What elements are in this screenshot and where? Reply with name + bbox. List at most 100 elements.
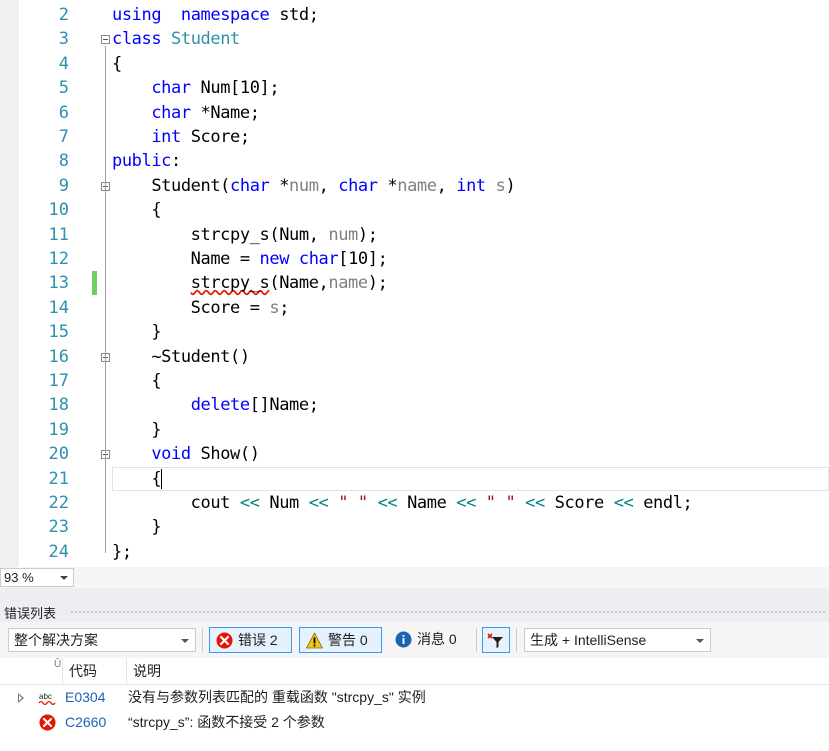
outline-guide xyxy=(105,363,106,431)
line-number: 22 xyxy=(48,493,69,513)
line-number: 5 xyxy=(58,78,69,99)
line-number: 15 xyxy=(48,322,69,343)
code-editor[interactable]: 2 using namespace std; 3 class Student 4{5 c… xyxy=(0,0,829,567)
code-text: }; xyxy=(112,541,132,562)
error-list-header: Ǔ 代码 说明 xyxy=(0,658,829,685)
code-line[interactable]: 24}; xyxy=(0,540,829,564)
code-text: delete[]Name; xyxy=(190,395,319,416)
error-code-link[interactable]: C2660 xyxy=(65,710,106,735)
error-icon xyxy=(39,714,56,731)
line-number: 10 xyxy=(48,200,69,221)
warnings-filter-button[interactable]: 警告 0 xyxy=(299,627,382,653)
code-text: public: xyxy=(112,151,181,172)
code-line[interactable]: 17 { xyxy=(0,369,829,393)
info-icon xyxy=(395,631,412,648)
errors-filter-button[interactable]: 错误 2 xyxy=(209,627,292,653)
svg-text:abc: abc xyxy=(39,692,52,701)
code-line[interactable]: 19 } xyxy=(0,418,829,442)
code-line[interactable]: 12 Name = new char[10]; xyxy=(0,247,829,271)
code-text: } xyxy=(112,517,162,538)
line-number: 16 xyxy=(48,346,69,367)
code-text: strcpy_s(Name,name); xyxy=(190,273,388,294)
panel-splitter[interactable] xyxy=(0,588,829,600)
code-text: int Score; xyxy=(151,127,250,147)
current-line-highlight xyxy=(112,466,829,491)
line-number: 20 xyxy=(48,444,69,465)
toolbar-separator xyxy=(476,628,477,652)
code-text: strcpy_s(Num, num); xyxy=(112,224,378,245)
code-text: } xyxy=(112,419,162,440)
code-text: } xyxy=(112,322,162,343)
line-number: 6 xyxy=(58,102,69,123)
line-number: 4 xyxy=(58,53,69,74)
line-number: 19 xyxy=(48,419,69,440)
text-caret xyxy=(161,468,162,489)
code-text: char *Name; xyxy=(151,102,260,123)
editor-status-bar: 93 % xyxy=(0,567,829,588)
toolbar-separator xyxy=(516,628,517,652)
zoom-level-value: 93 % xyxy=(4,570,34,585)
code-line[interactable]: 7 int Score; xyxy=(0,125,829,149)
code-line[interactable]: 8 public: xyxy=(0,149,829,173)
code-line[interactable]: 16 ~Student() xyxy=(0,345,829,369)
code-text: class Student xyxy=(112,29,240,50)
line-number: 23 xyxy=(48,517,69,538)
title-bar-grip xyxy=(70,610,825,614)
scope-dropdown[interactable]: 整个解决方案 xyxy=(8,628,196,652)
line-number: 2 xyxy=(58,5,69,25)
error-row[interactable]: abc E0304 没有与参数列表匹配的 重载函数 "strcpy_s" 实例 xyxy=(0,685,829,710)
toolbar-separator xyxy=(202,628,203,652)
chevron-down-icon xyxy=(60,576,68,580)
code-line[interactable]: 22 cout << Num << " " << Name << " " << … xyxy=(0,491,829,515)
code-line[interactable]: 3 class Student xyxy=(0,27,829,51)
line-number: 11 xyxy=(48,224,69,245)
code-line[interactable]: 2 using namespace std; xyxy=(0,3,829,27)
line-number: 18 xyxy=(48,395,69,416)
change-marker xyxy=(92,271,97,296)
chevron-down-icon xyxy=(696,639,704,643)
code-text: { xyxy=(112,53,122,74)
sort-column-header[interactable]: Ǔ xyxy=(34,658,62,684)
code-line[interactable]: 15 } xyxy=(0,320,829,344)
messages-filter-label: 消息 0 xyxy=(417,631,457,647)
code-text: cout << Num << " " << Name << " " << Sco… xyxy=(112,493,693,513)
warning-icon xyxy=(306,632,323,649)
code-line[interactable]: 14 Score = s; xyxy=(0,296,829,320)
description-column-header[interactable]: 说明 xyxy=(126,658,829,684)
collapse-icon[interactable] xyxy=(101,35,110,45)
line-number: 7 xyxy=(58,127,69,147)
source-dropdown[interactable]: 生成 + IntelliSense xyxy=(524,628,711,652)
code-line[interactable]: 20 void Show() xyxy=(0,442,829,466)
intellisense-abc-icon: abc xyxy=(38,692,56,706)
code-line[interactable]: 9 Student(char *num, char *name, int s) xyxy=(0,174,829,198)
filter-button[interactable] xyxy=(482,627,510,653)
error-list-toolbar: 整个解决方案 错误 2 警告 0 消息 0 生成 + IntelliSense xyxy=(0,622,829,658)
code-text: Student(char *num, char *name, int s) xyxy=(112,175,516,196)
error-description: “strcpy_s”: 函数不接受 2 个参数 xyxy=(128,714,325,730)
line-number: 9 xyxy=(58,175,69,196)
code-text: Name = new char[10]; xyxy=(112,249,388,269)
zoom-level-dropdown[interactable]: 93 % xyxy=(0,568,74,587)
line-number: 14 xyxy=(48,297,69,318)
code-line[interactable]: 23 } xyxy=(0,515,829,539)
error-code-link[interactable]: E0304 xyxy=(65,685,105,710)
messages-filter-button[interactable]: 消息 0 xyxy=(389,627,471,653)
code-line[interactable]: 4{ xyxy=(0,52,829,76)
description-column-label: 说明 xyxy=(133,663,161,679)
code-column-header[interactable]: 代码 xyxy=(62,658,126,684)
line-number: 24 xyxy=(48,541,69,562)
code-line[interactable]: 11 strcpy_s(Num, num); xyxy=(0,223,829,247)
code-line[interactable]: 5 char Num[10]; xyxy=(0,76,829,100)
error-list-title-bar[interactable]: 错误列表 xyxy=(0,600,829,622)
outline-guide xyxy=(105,192,106,334)
line-number: 17 xyxy=(48,371,69,391)
error-row[interactable]: C2660 “strcpy_s”: 函数不接受 2 个参数 xyxy=(0,710,829,735)
chevron-down-icon xyxy=(181,639,189,643)
code-text: { xyxy=(112,200,162,221)
expand-arrow-icon[interactable] xyxy=(18,693,24,703)
code-line[interactable]: 6 char *Name; xyxy=(0,101,829,125)
warnings-filter-label: 警告 0 xyxy=(328,632,368,648)
code-line[interactable]: 10 { xyxy=(0,198,829,222)
code-line[interactable]: 18 delete[]Name; xyxy=(0,393,829,417)
code-line[interactable]: 13 strcpy_s(Name,name); xyxy=(0,271,829,295)
